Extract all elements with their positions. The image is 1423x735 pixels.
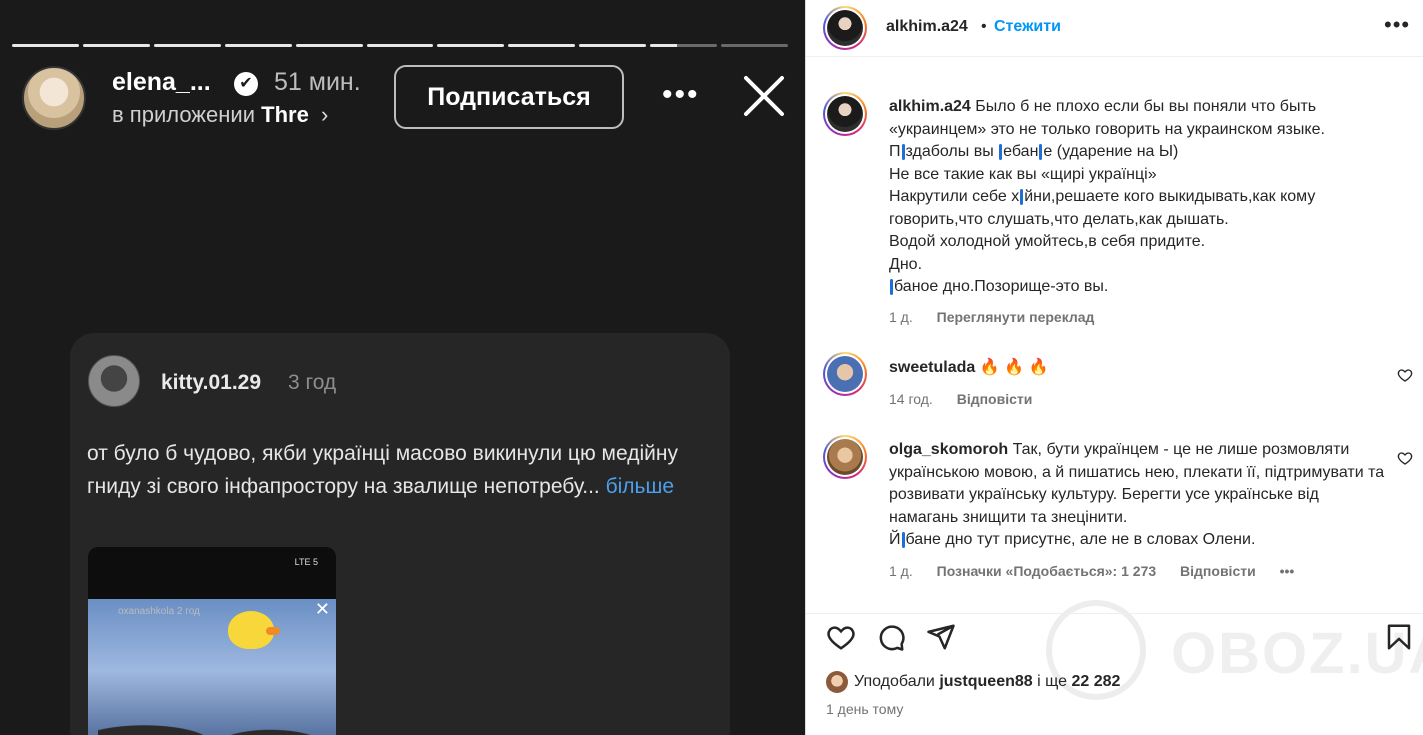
shot-scene (88, 599, 336, 735)
caption-text: alkhim.a24 Было б не плохо если бы вы по… (889, 96, 1389, 299)
author-username[interactable]: alkhim.a24 (886, 18, 968, 36)
people-image (98, 694, 328, 735)
comment-likes-count[interactable]: Позначки «Подобається»: 1 273 (937, 563, 1157, 579)
post-date: 1 день тому (826, 701, 904, 717)
caption-meta: 1 д. Переглянути переклад (889, 309, 1114, 325)
reply-link[interactable]: Відповісти (957, 391, 1033, 407)
card-time: 3 год (288, 371, 337, 394)
progress-segment (153, 44, 221, 47)
story-progress (12, 44, 788, 47)
post-actions (806, 613, 1423, 663)
story-subtitle-app: Thre (261, 102, 309, 127)
progress-segment (366, 44, 434, 47)
caption-line: е (ударение на Ы) (1043, 143, 1179, 160)
reshared-post-card[interactable]: kitty.01.29 3 год от було б чудово, якби… (70, 333, 730, 735)
censor-mark (1039, 143, 1043, 160)
post-header: alkhim.a24 • Стежити ••• (806, 0, 1423, 57)
caption-line: баное дно.Позорище-это вы. (894, 278, 1109, 295)
send-icon[interactable] (926, 622, 956, 652)
chevron-right-icon: › (320, 102, 329, 127)
progress-segment (508, 44, 576, 47)
card-more-link[interactable]: більше (606, 475, 674, 498)
progress-segment (224, 44, 292, 47)
bookmark-icon[interactable] (1384, 622, 1414, 652)
card-text-body: от було б чудово, якби українці масово в… (87, 442, 678, 498)
censor-mark (1020, 188, 1024, 205)
censor-mark (999, 143, 1003, 160)
likes-prefix: Уподобали (854, 673, 935, 691)
card-screenshot-image: LTE 5 oxanashkola 2 год ✕ (88, 547, 336, 735)
post-panel: alkhim.a24 • Стежити ••• alkhim.a24 Было… (805, 0, 1423, 735)
comment-more-icon[interactable]: ••• (1280, 563, 1295, 579)
progress-segment (437, 44, 505, 47)
progress-segment (82, 44, 150, 47)
censor-mark (890, 278, 893, 295)
comment-avatar[interactable] (823, 352, 867, 396)
card-username[interactable]: kitty.01.29 (161, 371, 261, 395)
screen: elena_... ✔ 51 мин. в приложении Thre › … (0, 0, 1423, 735)
comment-text: olga_skomoroh Так, бути українцем - це н… (889, 439, 1389, 552)
likes-middle: і ще (1037, 673, 1068, 691)
comment-time: 14 год. (889, 391, 933, 407)
like-comment-heart-icon[interactable] (1397, 450, 1413, 466)
story-time: 51 мин. (274, 68, 361, 96)
caption-line: Не все такие как вы «щирі українці» (889, 165, 1157, 183)
progress-segment (12, 44, 79, 47)
more-options-icon[interactable]: ••• (1384, 12, 1410, 38)
heart-icon[interactable] (826, 622, 856, 652)
comment-time: 1 д. (889, 563, 913, 579)
header-separator: • (981, 18, 987, 35)
close-icon[interactable] (740, 72, 788, 120)
more-options-icon[interactable]: ••• (662, 78, 700, 112)
caption-avatar[interactable] (823, 92, 867, 136)
likes-count[interactable]: 22 282 (1071, 673, 1120, 690)
card-text: от було б чудово, якби українці масово в… (87, 437, 707, 503)
progress-segment (295, 44, 363, 47)
reply-link[interactable]: Відповісти (1180, 563, 1256, 579)
liker-avatar (826, 671, 848, 693)
caption-time: 1 д. (889, 309, 913, 325)
story-subtitle-prefix: в приложении (112, 102, 255, 127)
comment-body: бане дно тут присутнє, але не в словах О… (905, 531, 1256, 548)
follow-button[interactable]: Стежити (994, 18, 1061, 36)
comment-text: sweetulada 🔥 🔥 🔥 (889, 357, 1389, 380)
shot-status: LTE 5 (294, 557, 318, 567)
comment-username[interactable]: sweetulada (889, 359, 975, 376)
author-avatar[interactable] (823, 6, 867, 50)
comment-body: 🔥 🔥 🔥 (979, 359, 1049, 376)
shot-username: oxanashkola 2 год (118, 606, 200, 617)
story-viewer: elena_... ✔ 51 мин. в приложении Thre › … (0, 0, 805, 735)
caption-line: Водой холодной умойтесь,в себя придите. (889, 233, 1206, 250)
comment-meta: 1 д. Позначки «Подобається»: 1 273 Відпо… (889, 563, 1314, 579)
subscribe-button[interactable]: Подписаться (394, 65, 624, 129)
progress-segment (579, 44, 647, 47)
comment-body: Й (889, 531, 901, 548)
progress-segment-current (650, 44, 718, 47)
censor-mark (901, 531, 905, 548)
liker-username[interactable]: justqueen88 (939, 673, 1032, 690)
card-avatar[interactable] (88, 355, 140, 407)
comment-username[interactable]: olga_skomoroh (889, 441, 1008, 458)
caption-line: Накрутили себе х (889, 188, 1020, 205)
caption-line: П (889, 143, 901, 160)
shot-close-icon: ✕ (314, 599, 330, 619)
like-comment-heart-icon[interactable] (1397, 367, 1413, 383)
caption-line: Дно. (889, 255, 923, 273)
story-username[interactable]: elena_... (112, 68, 211, 97)
caption-username[interactable]: alkhim.a24 (889, 98, 971, 115)
comment-meta: 14 год. Відповісти (889, 391, 1052, 407)
story-avatar[interactable] (22, 66, 86, 130)
translate-link[interactable]: Переглянути переклад (937, 309, 1095, 325)
story-header: elena_... ✔ 51 мин. в приложении Thre › … (22, 64, 792, 132)
comment-icon[interactable] (876, 622, 906, 652)
duck-beak (266, 627, 280, 635)
caption-line: здаболы вы (905, 143, 999, 160)
censor-mark (901, 143, 905, 160)
story-app-link[interactable]: в приложении Thre › (112, 102, 328, 128)
comment-avatar[interactable] (823, 435, 867, 479)
verified-badge-icon: ✔ (234, 72, 258, 96)
caption-line: ебан (1003, 143, 1039, 160)
likes-summary[interactable]: Уподобали justqueen88 і ще 22 282 (826, 671, 1120, 693)
progress-segment (721, 44, 788, 47)
